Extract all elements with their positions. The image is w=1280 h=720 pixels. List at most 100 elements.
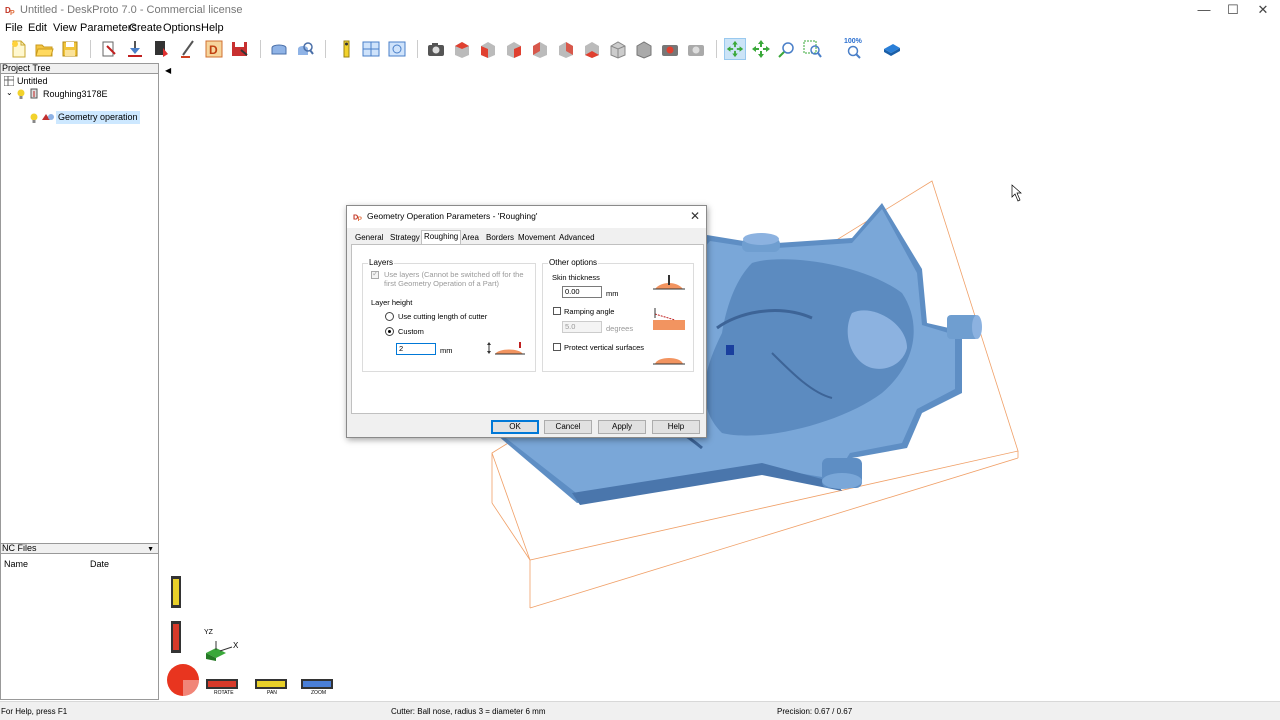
rotate-tool-icon[interactable] bbox=[724, 38, 746, 60]
menu-options[interactable]: Options bbox=[163, 22, 201, 34]
geometry-operation-icon bbox=[42, 114, 54, 120]
toolbar-separator bbox=[417, 40, 418, 58]
view-window-icon[interactable] bbox=[386, 38, 408, 60]
rotate-slider-icon[interactable] bbox=[206, 679, 238, 689]
minimize-button[interactable]: — bbox=[1188, 0, 1220, 21]
project-icon bbox=[4, 76, 14, 86]
tab-roughing[interactable]: Roughing bbox=[421, 230, 462, 245]
custom-radio[interactable] bbox=[385, 327, 394, 336]
ramping-angle-input[interactable]: 5.0 bbox=[562, 321, 602, 333]
view-slider-red[interactable] bbox=[171, 621, 181, 653]
skin-thickness-input[interactable]: 0.00 bbox=[562, 286, 602, 298]
view-front-icon[interactable] bbox=[477, 38, 499, 60]
axis-x-label: X bbox=[233, 641, 239, 650]
tree-expand-icon[interactable]: ⌄ bbox=[6, 88, 13, 97]
save-icon[interactable] bbox=[59, 38, 81, 60]
zoom-window-icon[interactable] bbox=[802, 38, 824, 60]
view-iso-icon[interactable] bbox=[607, 38, 629, 60]
menu-edit[interactable]: Edit bbox=[28, 22, 47, 34]
menu-file[interactable]: File bbox=[5, 22, 23, 34]
cancel-button[interactable]: Cancel bbox=[544, 420, 592, 434]
protect-vertical-label: Protect vertical surfaces bbox=[564, 343, 645, 352]
status-bar: For Help, press F1 Cutter: Ball nose, ra… bbox=[0, 701, 1280, 720]
zoom-100-button[interactable]: 100% bbox=[841, 38, 869, 60]
nc-files-dropdown-icon[interactable]: ▼ bbox=[147, 545, 154, 554]
menu-bar: File Edit View Parameters Create Options… bbox=[0, 21, 1280, 35]
open-folder-icon[interactable] bbox=[33, 38, 55, 60]
zoom-label: ZOOM bbox=[311, 690, 326, 696]
zoom-tool-icon[interactable] bbox=[776, 38, 798, 60]
cutting-length-radio[interactable] bbox=[385, 312, 394, 321]
toolbar-separator bbox=[90, 40, 91, 58]
title-bar: D P Untitled - DeskProto 7.0 - Commercia… bbox=[0, 0, 1280, 21]
simulation-icon[interactable] bbox=[268, 38, 290, 60]
use-layers-checkbox[interactable] bbox=[371, 269, 379, 279]
part-parameters-icon[interactable] bbox=[98, 38, 120, 60]
zoom-100-label: 100% bbox=[844, 38, 862, 45]
pan-slider-icon[interactable] bbox=[255, 679, 287, 689]
tree-item-operation[interactable]: Geometry operation bbox=[56, 111, 140, 124]
menu-view[interactable]: View bbox=[53, 22, 77, 34]
view-top-icon[interactable] bbox=[451, 38, 473, 60]
lightbulb-icon[interactable] bbox=[30, 113, 38, 123]
simulation-zoom-icon[interactable] bbox=[294, 38, 316, 60]
view-slider-yellow[interactable] bbox=[171, 576, 181, 608]
status-precision: Precision: 0.67 / 0.67 bbox=[777, 707, 853, 716]
import-geometry-icon[interactable] bbox=[124, 38, 146, 60]
view-right-icon[interactable] bbox=[503, 38, 525, 60]
info-icon[interactable] bbox=[335, 38, 357, 60]
nc-files-header: NC Files ▼ bbox=[0, 543, 159, 554]
nc-col-name[interactable]: Name bbox=[4, 559, 28, 569]
view-left-icon[interactable] bbox=[555, 38, 577, 60]
ramping-angle-checkbox[interactable] bbox=[553, 307, 561, 315]
help-book-icon[interactable] bbox=[881, 38, 903, 60]
camera-icon[interactable] bbox=[425, 38, 447, 60]
maximize-button[interactable]: ☐ bbox=[1217, 0, 1249, 21]
layer-height-label: Layer height bbox=[371, 298, 413, 307]
view-back-icon[interactable] bbox=[529, 38, 551, 60]
axis-yz-label: YZ bbox=[204, 629, 213, 636]
calculate-icon[interactable] bbox=[150, 38, 172, 60]
geometry-operation-dialog: D P Geometry Operation Parameters - 'Rou… bbox=[346, 205, 707, 438]
rotate-dial-icon[interactable] bbox=[165, 663, 201, 697]
help-button[interactable]: Help bbox=[652, 420, 700, 434]
view-bottom-icon[interactable] bbox=[581, 38, 603, 60]
tree-item-part[interactable]: Roughing3178E bbox=[43, 88, 108, 101]
nc-export-icon[interactable] bbox=[229, 38, 251, 60]
other-options-label: Other options bbox=[548, 258, 599, 267]
apply-button[interactable]: Apply bbox=[598, 420, 646, 434]
svg-text:P: P bbox=[10, 10, 15, 16]
layout-icon[interactable] bbox=[360, 38, 382, 60]
menu-help[interactable]: Help bbox=[201, 22, 224, 34]
nc-col-date[interactable]: Date bbox=[90, 559, 109, 569]
status-help: For Help, press F1 bbox=[1, 707, 68, 716]
mouse-cursor-icon bbox=[1011, 184, 1022, 202]
zoom-slider-icon[interactable] bbox=[301, 679, 333, 689]
skin-thickness-unit: mm bbox=[606, 289, 619, 298]
tree-item-project[interactable]: Untitled bbox=[17, 75, 48, 88]
dialog-close-button[interactable]: ✕ bbox=[690, 209, 700, 223]
3d-viewport[interactable]: ◀ ROTATE PAN ZOOM YZ X bbox=[162, 63, 1280, 700]
drawing-icon[interactable]: D bbox=[203, 38, 225, 60]
skin-thickness-label: Skin thickness bbox=[552, 273, 600, 282]
close-window-button[interactable]: ✕ bbox=[1247, 0, 1279, 21]
render-camera-icon[interactable] bbox=[659, 38, 681, 60]
menu-create[interactable]: Create bbox=[129, 22, 162, 34]
render-settings-icon[interactable] bbox=[685, 38, 707, 60]
layer-height-unit: mm bbox=[440, 346, 453, 355]
ramping-angle-icon bbox=[653, 308, 685, 330]
layer-height-input[interactable]: 2 bbox=[396, 343, 436, 355]
new-file-icon[interactable] bbox=[8, 38, 30, 60]
lightbulb-icon[interactable] bbox=[17, 89, 25, 99]
zoom-100-icon bbox=[847, 45, 861, 59]
pan-tool-icon[interactable] bbox=[750, 38, 772, 60]
view-iso2-icon[interactable] bbox=[633, 38, 655, 60]
dialog-titlebar: D P Geometry Operation Parameters - 'Rou… bbox=[347, 206, 706, 228]
svg-text:P: P bbox=[358, 216, 363, 222]
deskproto-app-icon: D P bbox=[5, 4, 17, 16]
ok-button[interactable]: OK bbox=[491, 420, 539, 434]
toolbar-separator bbox=[716, 40, 717, 58]
protect-vertical-checkbox[interactable] bbox=[553, 343, 561, 351]
cutter-icon[interactable] bbox=[177, 38, 199, 60]
toolbar-separator bbox=[260, 40, 261, 58]
